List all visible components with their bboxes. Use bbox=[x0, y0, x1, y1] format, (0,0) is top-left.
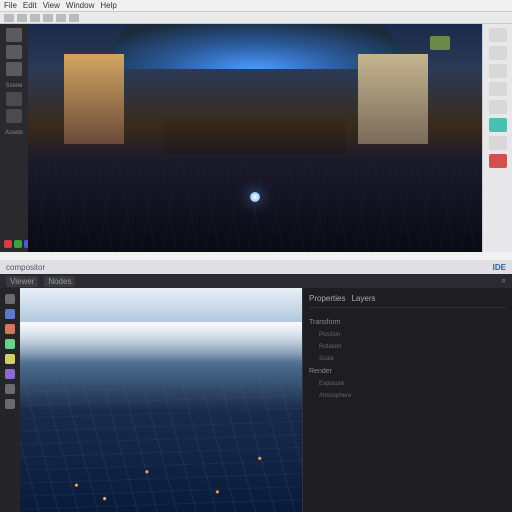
tab-nodes[interactable]: Nodes bbox=[44, 276, 75, 287]
tab-viewer[interactable]: Viewer bbox=[6, 276, 38, 287]
menu-view[interactable]: View bbox=[43, 1, 60, 10]
scene-light-orb bbox=[250, 192, 260, 202]
gpu-badge bbox=[430, 36, 450, 50]
prop-scale[interactable]: Scale bbox=[309, 353, 506, 365]
menu-file[interactable]: File bbox=[4, 1, 17, 10]
window-divider bbox=[0, 252, 512, 260]
ide-badge: IDE bbox=[493, 263, 506, 272]
tool-scale[interactable] bbox=[43, 14, 53, 22]
prop-rotation[interactable]: Rotation bbox=[309, 341, 506, 353]
workspace: Properties Layers Transform Position Rot… bbox=[0, 288, 512, 512]
swatch-green[interactable] bbox=[14, 240, 22, 248]
scene-room bbox=[28, 24, 482, 252]
left-sidebar: Scene Assets bbox=[0, 24, 28, 252]
cube-icon[interactable] bbox=[6, 28, 22, 42]
layers-icon[interactable] bbox=[489, 46, 507, 60]
color-icon[interactable] bbox=[5, 324, 15, 334]
merge-icon[interactable] bbox=[5, 339, 15, 349]
prop-exposure[interactable]: Exposure bbox=[309, 378, 506, 390]
pointer-icon[interactable] bbox=[5, 294, 15, 304]
transform-icon[interactable] bbox=[489, 64, 507, 78]
export-icon[interactable] bbox=[489, 136, 507, 150]
tool-select[interactable] bbox=[4, 14, 14, 22]
tool-sidebar bbox=[0, 288, 20, 512]
app-compositor: compositor IDE Viewer Nodes ⌕ Properties… bbox=[0, 260, 512, 512]
toolbar: Viewer Nodes ⌕ bbox=[0, 274, 512, 288]
sidebar-label-assets: Assets bbox=[2, 130, 26, 136]
texture-icon[interactable] bbox=[6, 109, 22, 123]
scene-floor-grid bbox=[28, 162, 482, 252]
search-icon[interactable]: ⌕ bbox=[502, 276, 506, 286]
right-panel bbox=[482, 24, 512, 252]
link-icon[interactable] bbox=[489, 118, 507, 132]
3d-viewport[interactable] bbox=[28, 24, 482, 252]
scene-cityscape bbox=[164, 119, 346, 154]
app-3d-editor: File Edit View Window Help Scene Assets bbox=[0, 0, 512, 252]
inspector-tabs: Properties Layers bbox=[309, 294, 506, 308]
menubar: File Edit View Window Help bbox=[0, 0, 512, 12]
titlebar: compositor IDE bbox=[0, 260, 512, 274]
app-title: compositor bbox=[6, 263, 45, 272]
menu-edit[interactable]: Edit bbox=[23, 1, 37, 10]
tool-rotate[interactable] bbox=[30, 14, 40, 22]
prop-position[interactable]: Position bbox=[309, 329, 506, 341]
blur-icon[interactable] bbox=[5, 354, 15, 364]
inspector-panel: Properties Layers Transform Position Rot… bbox=[302, 288, 512, 512]
tab-properties[interactable]: Properties bbox=[309, 294, 345, 303]
menu-window[interactable]: Window bbox=[66, 1, 94, 10]
render-horizon bbox=[20, 322, 302, 362]
camera-icon[interactable] bbox=[6, 62, 22, 76]
settings-icon[interactable] bbox=[5, 399, 15, 409]
prop-atmosphere[interactable]: Atmosphere bbox=[309, 390, 506, 402]
scene-window-right bbox=[358, 54, 428, 144]
mesh-icon[interactable] bbox=[6, 92, 22, 106]
selection-icon[interactable] bbox=[489, 28, 507, 42]
image-viewer[interactable] bbox=[20, 288, 302, 512]
output-icon[interactable] bbox=[5, 384, 15, 394]
mask-icon[interactable] bbox=[5, 369, 15, 379]
tool-snap[interactable] bbox=[56, 14, 66, 22]
group-render[interactable]: Render bbox=[309, 365, 506, 378]
record-icon[interactable] bbox=[489, 154, 507, 168]
render-icon[interactable] bbox=[489, 100, 507, 114]
sidebar-label-scene: Scene bbox=[2, 83, 26, 89]
toolbar bbox=[0, 12, 512, 24]
tab-layers[interactable]: Layers bbox=[351, 294, 375, 303]
tool-move[interactable] bbox=[17, 14, 27, 22]
light-icon[interactable] bbox=[6, 45, 22, 59]
material-icon[interactable] bbox=[489, 82, 507, 96]
swatch-red[interactable] bbox=[4, 240, 12, 248]
menu-help[interactable]: Help bbox=[100, 1, 116, 10]
scene-window-left bbox=[64, 54, 124, 144]
render-city-grid bbox=[20, 378, 302, 512]
node-icon[interactable] bbox=[5, 309, 15, 319]
workspace: Scene Assets bbox=[0, 24, 512, 252]
group-transform[interactable]: Transform bbox=[309, 316, 506, 329]
tool-grid[interactable] bbox=[69, 14, 79, 22]
